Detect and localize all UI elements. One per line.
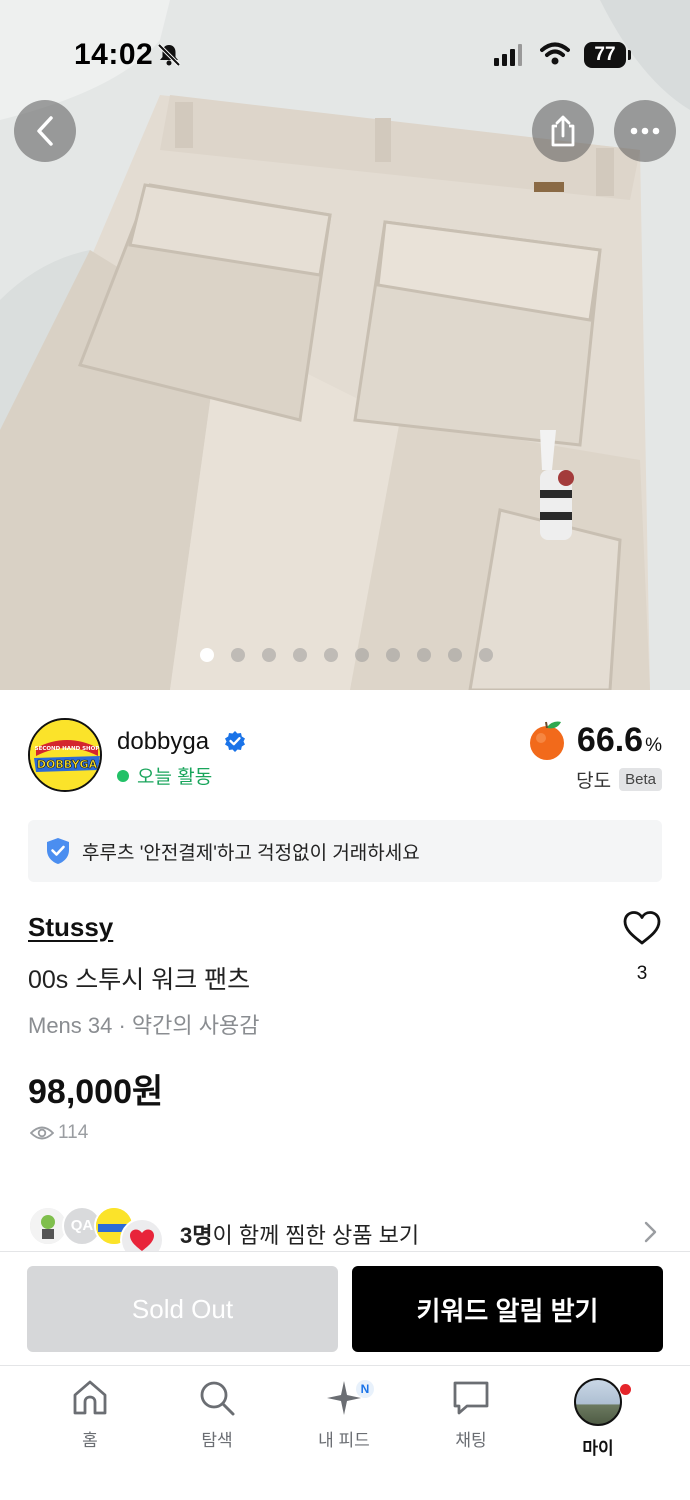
seller-avatar[interactable]: SECOND HAND SHOP DOBBYGA xyxy=(28,718,102,792)
pagination-dot[interactable] xyxy=(293,648,307,662)
product-price: 98,000원 xyxy=(28,1073,164,1111)
verified-badge-icon xyxy=(225,731,245,752)
like-button[interactable]: 3 xyxy=(620,910,664,985)
chevron-left-icon xyxy=(37,116,53,146)
tab-label: 내 피드 xyxy=(318,1431,370,1450)
battery-indicator: 77 xyxy=(584,42,631,68)
shield-check-icon xyxy=(47,838,69,864)
tab-label: 홈 xyxy=(82,1431,98,1450)
tab-search[interactable]: 탐색 xyxy=(167,1378,267,1451)
status-time: 14:02 xyxy=(74,38,154,71)
score-value: 66.6% xyxy=(576,720,662,759)
seller-activity-status: 오늘 활동 xyxy=(117,762,212,789)
sold-out-button[interactable]: Sold Out xyxy=(27,1266,338,1352)
pagination-dot[interactable] xyxy=(417,648,431,662)
heart-icon xyxy=(623,911,661,945)
activity-label: 오늘 활동 xyxy=(137,767,213,788)
eye-icon xyxy=(30,1126,54,1140)
view-count: 114 xyxy=(30,1122,88,1144)
tab-label: 탐색 xyxy=(201,1431,233,1450)
pagination-dot[interactable] xyxy=(200,648,214,662)
seller-logo: SECOND HAND SHOP DOBBYGA xyxy=(30,720,100,790)
search-icon xyxy=(200,1381,235,1416)
gallery-pagination xyxy=(200,648,493,662)
pagination-dot[interactable] xyxy=(448,648,462,662)
character-avatar xyxy=(30,1208,66,1244)
fruit-score-icon xyxy=(529,721,564,760)
score-label: 당도 xyxy=(576,771,612,792)
more-horizontal-icon xyxy=(630,127,660,135)
notice-text: 후루츠 '안전결제'하고 걱정없이 거래하세요 xyxy=(82,842,420,864)
wifi-icon xyxy=(540,42,570,65)
seller-name[interactable]: dobbyga xyxy=(117,728,209,756)
action-bar: Sold Out 키워드 알림 받기 xyxy=(0,1251,690,1365)
home-icon xyxy=(73,1380,107,1415)
tab-my[interactable]: 마이 xyxy=(548,1378,648,1459)
share-icon xyxy=(551,115,575,147)
beta-badge: Beta xyxy=(619,768,662,791)
safe-payment-notice[interactable]: 후루츠 '안전결제'하고 걱정없이 거래하세요 xyxy=(28,820,662,882)
status-bar: 14:02 77 xyxy=(0,0,690,110)
pagination-dot[interactable] xyxy=(262,648,276,662)
pagination-dot[interactable] xyxy=(479,648,493,662)
svg-text:SECOND HAND SHOP: SECOND HAND SHOP xyxy=(35,746,100,752)
product-image-gallery[interactable]: 14:02 77 xyxy=(0,0,690,690)
more-options-button[interactable] xyxy=(614,100,676,162)
bell-off-icon xyxy=(157,43,181,67)
tab-label: 마이 xyxy=(582,1439,614,1458)
tab-label: 채팅 xyxy=(455,1431,487,1450)
product-title: 00s 스투시 워크 팬츠 xyxy=(28,966,251,994)
online-dot-icon xyxy=(117,769,129,782)
pagination-dot[interactable] xyxy=(324,648,338,662)
like-count: 3 xyxy=(636,963,648,984)
tab-home[interactable]: 홈 xyxy=(40,1378,140,1451)
share-button[interactable] xyxy=(532,100,594,162)
seller-section[interactable]: SECOND HAND SHOP DOBBYGA dobbyga 오늘 활동 6… xyxy=(0,690,690,810)
tab-my-feed[interactable]: N 내 피드 xyxy=(294,1378,394,1451)
keyword-alert-button[interactable]: 키워드 알림 받기 xyxy=(352,1266,663,1352)
cellular-signal-icon xyxy=(494,44,522,66)
brand-link[interactable]: Stussy xyxy=(28,912,113,943)
svg-text:DOBBYGA: DOBBYGA xyxy=(37,758,98,771)
tab-chat[interactable]: 채팅 xyxy=(421,1378,521,1451)
product-meta: Mens 34 · 약간의 사용감 xyxy=(28,1013,260,1038)
pagination-dot[interactable] xyxy=(355,648,369,662)
pagination-dot[interactable] xyxy=(386,648,400,662)
back-button[interactable] xyxy=(14,100,76,162)
new-badge: N xyxy=(356,1380,374,1398)
bottom-tab-bar: 홈 탐색 N 내 피드 채팅 마이 xyxy=(0,1365,690,1500)
seller-score[interactable]: 66.6% 당도 Beta xyxy=(525,718,662,793)
notification-dot xyxy=(620,1384,631,1395)
pagination-dot[interactable] xyxy=(231,648,245,662)
liked-together-text: 3명이 함께 찜한 상품 보기 xyxy=(180,1223,420,1248)
chat-icon xyxy=(453,1381,489,1415)
chevron-right-icon xyxy=(644,1221,657,1243)
view-count-value: 114 xyxy=(58,1122,89,1143)
profile-avatar xyxy=(574,1378,622,1426)
